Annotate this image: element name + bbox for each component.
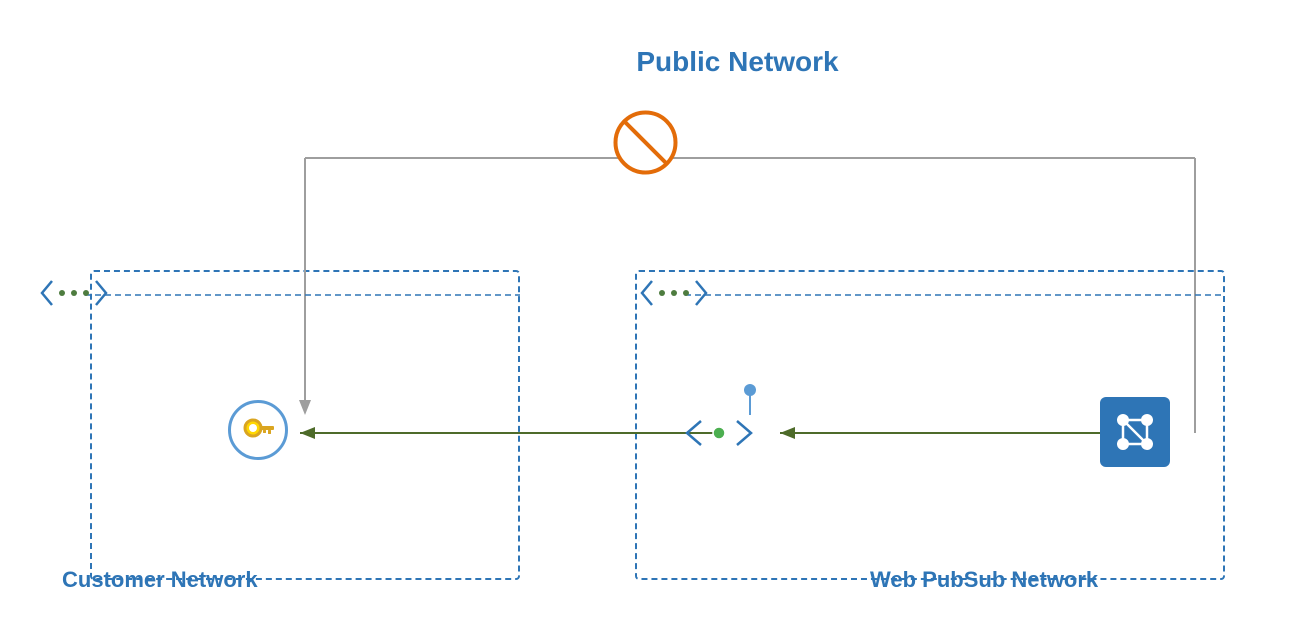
no-entry-icon	[613, 110, 678, 175]
customer-network-box	[90, 270, 520, 580]
public-network-label: Public Network	[619, 46, 856, 78]
middle-connector-icon	[683, 415, 755, 451]
right-connector-icon	[638, 275, 710, 311]
key-icon	[228, 400, 288, 460]
left-connector-icon	[38, 275, 110, 311]
diagram-container: Public Network Customer Network Web PubS…	[0, 0, 1291, 641]
webpubsub-service-icon	[1100, 397, 1170, 467]
